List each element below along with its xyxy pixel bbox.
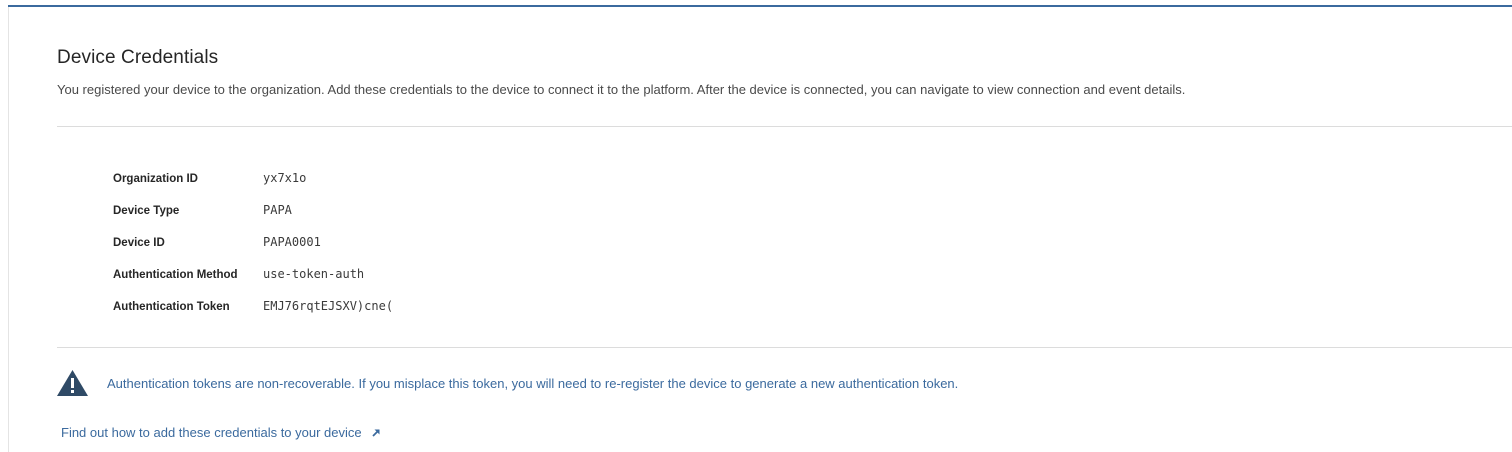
credential-label: Device Type <box>113 205 180 217</box>
warning-text: Authentication tokens are non-recoverabl… <box>107 375 959 391</box>
credential-label: Device ID <box>113 237 165 249</box>
help-link[interactable]: Find out how to add these credentials to… <box>61 425 381 440</box>
credential-label: Organization ID <box>113 173 198 185</box>
page-title: Device Credentials <box>57 47 219 68</box>
credential-row-authentication-token: Authentication Token EMJ76rqtEJSXV)cne( <box>113 290 393 322</box>
credential-row-organization-id: Organization ID yx7x1o <box>113 162 393 194</box>
warning-triangle-icon <box>57 370 88 396</box>
credential-value: PAPA <box>263 203 292 217</box>
credential-label: Authentication Method <box>113 269 238 281</box>
warning-notice: Authentication tokens are non-recoverabl… <box>56 369 958 397</box>
external-link-arrow-icon[interactable] <box>371 428 381 438</box>
divider-bottom <box>57 347 1512 348</box>
credential-value: use-token-auth <box>263 267 365 281</box>
credentials-table: Organization ID yx7x1o Device Type PAPA … <box>113 162 393 322</box>
credential-row-authentication-method: Authentication Method use-token-auth <box>113 258 393 290</box>
help-link-label[interactable]: Find out how to add these credentials to… <box>61 425 362 440</box>
credential-row-device-type: Device Type PAPA <box>113 194 393 226</box>
credential-label: Authentication Token <box>113 301 230 313</box>
credential-value: PAPA0001 <box>263 235 321 249</box>
credential-row-device-id: Device ID PAPA0001 <box>113 226 393 258</box>
credential-value: yx7x1o <box>263 171 307 185</box>
top-accent-rule <box>8 5 1512 7</box>
device-credentials-page: Device Credentials You registered your d… <box>0 0 1512 452</box>
page-description: You registered your device to the organi… <box>57 82 1186 97</box>
divider-top <box>57 126 1512 127</box>
left-border <box>8 7 9 452</box>
credential-value[interactable]: EMJ76rqtEJSXV)cne( <box>263 299 393 313</box>
